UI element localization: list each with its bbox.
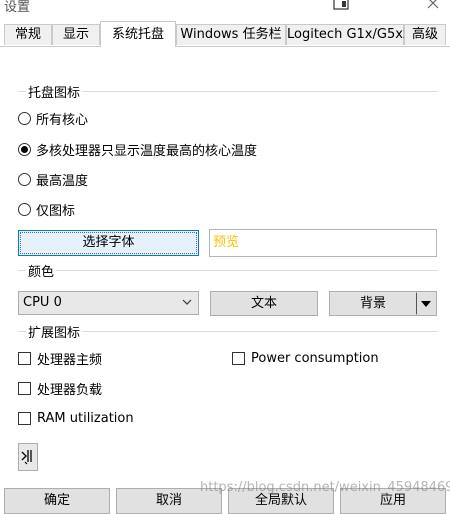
- checkbox-label: Power consumption: [251, 350, 379, 366]
- checkbox[interactable]: [18, 411, 31, 425]
- radio-icon-only[interactable]: 仅图标: [18, 200, 76, 219]
- chevron-down-icon: [182, 299, 192, 305]
- background-dropdown-button[interactable]: [417, 291, 437, 316]
- radio-label: 所有核心: [36, 112, 89, 128]
- title-bar: [0, 0, 450, 20]
- background-color-button[interactable]: 背景: [329, 291, 417, 316]
- radio-all-cores[interactable]: 所有核心: [18, 109, 89, 128]
- extended-icon-button[interactable]: [18, 443, 38, 471]
- radio-label: 仅图标: [36, 203, 76, 219]
- checkbox-cpu-load[interactable]: 处理器负载: [18, 380, 103, 398]
- checkbox-label: 处理器负载: [37, 382, 103, 398]
- background-color-split-button[interactable]: 背景: [329, 291, 437, 316]
- radio-label: 最高温度: [36, 173, 89, 189]
- apply-label: 应用: [379, 493, 406, 508]
- checkbox-label: 处理器主频: [37, 352, 103, 368]
- apply-button[interactable]: 应用: [340, 488, 446, 514]
- group-divider: [18, 270, 438, 271]
- checkbox[interactable]: [18, 351, 31, 365]
- preview-field: 预览: [209, 229, 437, 257]
- global-default-label: 全局默认: [254, 493, 307, 508]
- cancel-button[interactable]: 取消: [116, 488, 222, 514]
- checkbox[interactable]: [18, 381, 31, 395]
- tab-windows-taskbar[interactable]: Windows 任务栏: [176, 24, 286, 45]
- checkbox-label: RAM utilization: [37, 410, 134, 426]
- checkbox-ram-utilization[interactable]: RAM utilization: [18, 410, 134, 426]
- cpu-select-value: CPU 0: [23, 295, 62, 310]
- color-group-title: 颜色: [26, 261, 57, 280]
- select-font-label: 选择字体: [82, 235, 135, 250]
- select-font-button[interactable]: 选择字体: [18, 230, 199, 256]
- dropdown-arrow-icon: [421, 301, 431, 307]
- radio-button[interactable]: [18, 111, 31, 125]
- global-default-button[interactable]: 全局默认: [228, 488, 334, 514]
- text-color-button[interactable]: 文本: [210, 291, 318, 316]
- radio-hottest-core[interactable]: 多核处理器只显示温度最高的核心温度: [18, 140, 258, 159]
- radio-button[interactable]: [18, 202, 31, 216]
- text-color-label: 文本: [250, 296, 277, 311]
- tab-logitech[interactable]: Logitech G1x/G5xx: [286, 24, 411, 45]
- app-icon: [333, 0, 349, 10]
- close-icon[interactable]: [426, 0, 440, 10]
- window-title: 设置: [4, 0, 31, 15]
- tab-display[interactable]: 显示: [52, 24, 100, 45]
- extended-icons-group-title: 扩展图标: [26, 322, 83, 341]
- ok-button[interactable]: 确定: [4, 488, 110, 514]
- radio-label: 多核处理器只显示温度最高的核心温度: [36, 143, 258, 159]
- tray-icon-group-title: 托盘图标: [26, 82, 83, 101]
- tab-advanced[interactable]: 高级: [404, 24, 446, 45]
- checkbox-power-consumption[interactable]: Power consumption: [232, 350, 379, 366]
- radio-button[interactable]: [18, 172, 31, 186]
- radio-max-temp[interactable]: 最高温度: [18, 170, 89, 189]
- cpu-select[interactable]: CPU 0: [18, 291, 199, 315]
- ok-label: 确定: [43, 493, 70, 508]
- checkbox-cpu-frequency[interactable]: 处理器主频: [18, 350, 103, 368]
- radio-button-selected[interactable]: [18, 142, 31, 156]
- tray-preview-icon: [21, 450, 32, 465]
- tab-general[interactable]: 常规: [4, 24, 52, 45]
- tab-system-tray[interactable]: 系统托盘: [100, 21, 176, 47]
- checkbox[interactable]: [232, 351, 245, 365]
- cancel-label: 取消: [155, 493, 182, 508]
